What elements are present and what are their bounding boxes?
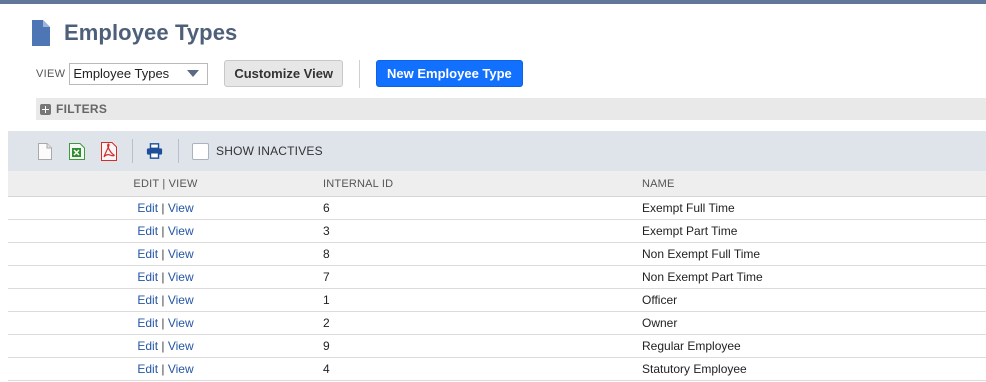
view-link[interactable]: View: [168, 270, 194, 284]
filters-toggle[interactable]: FILTERS: [36, 98, 986, 120]
name-cell: Non Exempt Part Time: [642, 270, 763, 284]
show-inactives-label: SHOW INACTIVES: [216, 144, 323, 158]
view-link[interactable]: View: [168, 293, 194, 307]
table-row: Edit | View 1 Officer: [8, 289, 986, 312]
employee-types-table: EDIT | VIEW INTERNAL ID NAME Edit | View…: [8, 171, 986, 381]
internal-id-cell: 4: [323, 362, 330, 376]
internal-id-cell: 8: [323, 247, 330, 261]
name-cell: Exempt Part Time: [642, 224, 738, 238]
edit-view-cell: Edit | View: [8, 362, 318, 376]
table-header: EDIT | VIEW INTERNAL ID NAME: [8, 171, 986, 197]
table-row: Edit | View 7 Non Exempt Part Time: [8, 266, 986, 289]
name-cell: Exempt Full Time: [642, 201, 735, 215]
edit-view-cell: Edit | View: [8, 293, 318, 307]
internal-id-cell: 6: [323, 201, 330, 215]
view-link[interactable]: View: [168, 362, 194, 376]
link-separator: |: [158, 339, 168, 353]
csv-export-icon[interactable]: [36, 141, 53, 161]
internal-id-cell: 3: [323, 224, 330, 238]
table-row: Edit | View 6 Exempt Full Time: [8, 197, 986, 220]
top-accent-bar: [0, 0, 986, 4]
link-separator: |: [158, 201, 168, 215]
filters-label: FILTERS: [56, 102, 108, 116]
edit-view-cell: Edit | View: [8, 247, 318, 261]
list-toolbar: SHOW INACTIVES: [8, 131, 986, 171]
edit-link[interactable]: Edit: [137, 270, 158, 284]
table-row: Edit | View 4 Statutory Employee: [8, 358, 986, 381]
divider: [132, 139, 133, 163]
chevron-down-icon: [187, 70, 200, 77]
edit-link[interactable]: Edit: [137, 316, 158, 330]
edit-link[interactable]: Edit: [137, 362, 158, 376]
edit-view-cell: Edit | View: [8, 201, 318, 215]
edit-view-cell: Edit | View: [8, 316, 318, 330]
plus-icon: [40, 103, 51, 115]
link-separator: |: [158, 316, 168, 330]
name-cell: Non Exempt Full Time: [642, 247, 761, 261]
edit-link[interactable]: Edit: [137, 201, 158, 215]
new-employee-type-button[interactable]: New Employee Type: [376, 60, 523, 87]
edit-view-cell: Edit | View: [8, 270, 318, 284]
name-cell: Owner: [642, 316, 678, 330]
table-row: Edit | View 8 Non Exempt Full Time: [8, 243, 986, 266]
edit-view-cell: Edit | View: [8, 224, 318, 238]
link-separator: |: [158, 247, 168, 261]
link-separator: |: [158, 224, 168, 238]
table-row: Edit | View 2 Owner: [8, 312, 986, 335]
customize-view-button[interactable]: Customize View: [224, 60, 344, 87]
print-icon[interactable]: [146, 141, 163, 161]
internal-id-cell: 2: [323, 316, 330, 330]
page-title: Employee Types: [64, 20, 238, 45]
name-cell: Statutory Employee: [642, 362, 747, 376]
view-select[interactable]: Employee Types: [69, 62, 209, 85]
edit-view-cell: Edit | View: [8, 339, 318, 353]
column-header-internal-id[interactable]: INTERNAL ID: [318, 178, 642, 190]
divider: [178, 139, 179, 163]
page-header: Employee Types: [32, 18, 237, 48]
internal-id-cell: 1: [323, 293, 330, 307]
view-controls: VIEW Employee Types Customize View New E…: [36, 59, 523, 88]
show-inactives-checkbox[interactable]: [192, 142, 209, 160]
view-select-value: Employee Types: [73, 66, 170, 81]
pdf-export-icon[interactable]: [100, 141, 117, 161]
internal-id-cell: 9: [323, 339, 330, 353]
link-separator: |: [158, 293, 168, 307]
edit-link[interactable]: Edit: [137, 339, 158, 353]
view-link[interactable]: View: [168, 247, 194, 261]
edit-link[interactable]: Edit: [137, 293, 158, 307]
name-cell: Regular Employee: [642, 339, 741, 353]
name-cell: Officer: [642, 293, 678, 307]
view-label: VIEW: [36, 67, 66, 80]
link-separator: |: [158, 362, 168, 376]
table-row: Edit | View 9 Regular Employee: [8, 335, 986, 358]
excel-export-icon[interactable]: [68, 141, 85, 161]
view-link[interactable]: View: [168, 339, 194, 353]
table-row: Edit | View 3 Exempt Part Time: [8, 220, 986, 243]
table-body: Edit | View 6 Exempt Full Time Edit | View 3…: [8, 197, 986, 381]
column-header-name[interactable]: NAME: [642, 178, 986, 190]
internal-id-cell: 7: [323, 270, 330, 284]
view-link[interactable]: View: [168, 316, 194, 330]
link-separator: |: [158, 270, 168, 284]
view-link[interactable]: View: [168, 224, 194, 238]
edit-link[interactable]: Edit: [137, 247, 158, 261]
column-header-edit-view[interactable]: EDIT | VIEW: [8, 178, 318, 190]
edit-link[interactable]: Edit: [137, 224, 158, 238]
view-link[interactable]: View: [168, 201, 194, 215]
divider: [359, 59, 361, 88]
page-icon: [32, 20, 50, 46]
